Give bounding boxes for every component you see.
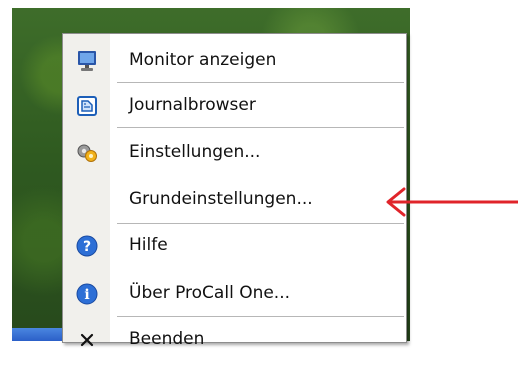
menu-item-einstellungen[interactable]: Einstellungen... bbox=[63, 135, 406, 169]
menu-item-monitor-anzeigen[interactable]: Monitor anzeigen bbox=[63, 43, 406, 77]
help-icon: ? bbox=[76, 235, 98, 257]
menu-item-label: Beenden bbox=[129, 329, 205, 349]
taskbar-fragment bbox=[12, 328, 67, 341]
menu-item-label: Hilfe bbox=[129, 235, 168, 255]
menu-item-ueber-procall[interactable]: i Über ProCall One... bbox=[63, 276, 406, 310]
menu-item-hilfe[interactable]: ? Hilfe bbox=[63, 228, 406, 262]
monitor-icon bbox=[76, 50, 98, 72]
red-arrow-annotation bbox=[386, 187, 518, 217]
menu-item-grundeinstellungen[interactable]: Grundeinstellungen... bbox=[63, 182, 406, 216]
menu-item-label: Über ProCall One... bbox=[129, 283, 291, 303]
info-icon: i bbox=[76, 283, 98, 305]
menu-separator bbox=[117, 82, 404, 83]
svg-text:i: i bbox=[84, 287, 89, 303]
menu-separator bbox=[117, 127, 404, 128]
menu-separator bbox=[117, 223, 404, 224]
context-menu: Monitor anzeigen Journalbrowser Einstell… bbox=[62, 33, 407, 349]
menu-item-label: Grundeinstellungen... bbox=[129, 189, 313, 209]
close-icon bbox=[76, 329, 98, 351]
settings-gear-icon bbox=[76, 142, 98, 164]
svg-text:?: ? bbox=[83, 239, 91, 255]
journal-icon bbox=[76, 95, 98, 117]
menu-item-journalbrowser[interactable]: Journalbrowser bbox=[63, 88, 406, 122]
menu-separator bbox=[117, 316, 404, 317]
menu-item-label: Einstellungen... bbox=[129, 142, 261, 162]
menu-item-label: Journalbrowser bbox=[129, 95, 256, 115]
menu-item-beenden[interactable]: Beenden bbox=[63, 322, 406, 356]
menu-item-label: Monitor anzeigen bbox=[129, 50, 277, 70]
